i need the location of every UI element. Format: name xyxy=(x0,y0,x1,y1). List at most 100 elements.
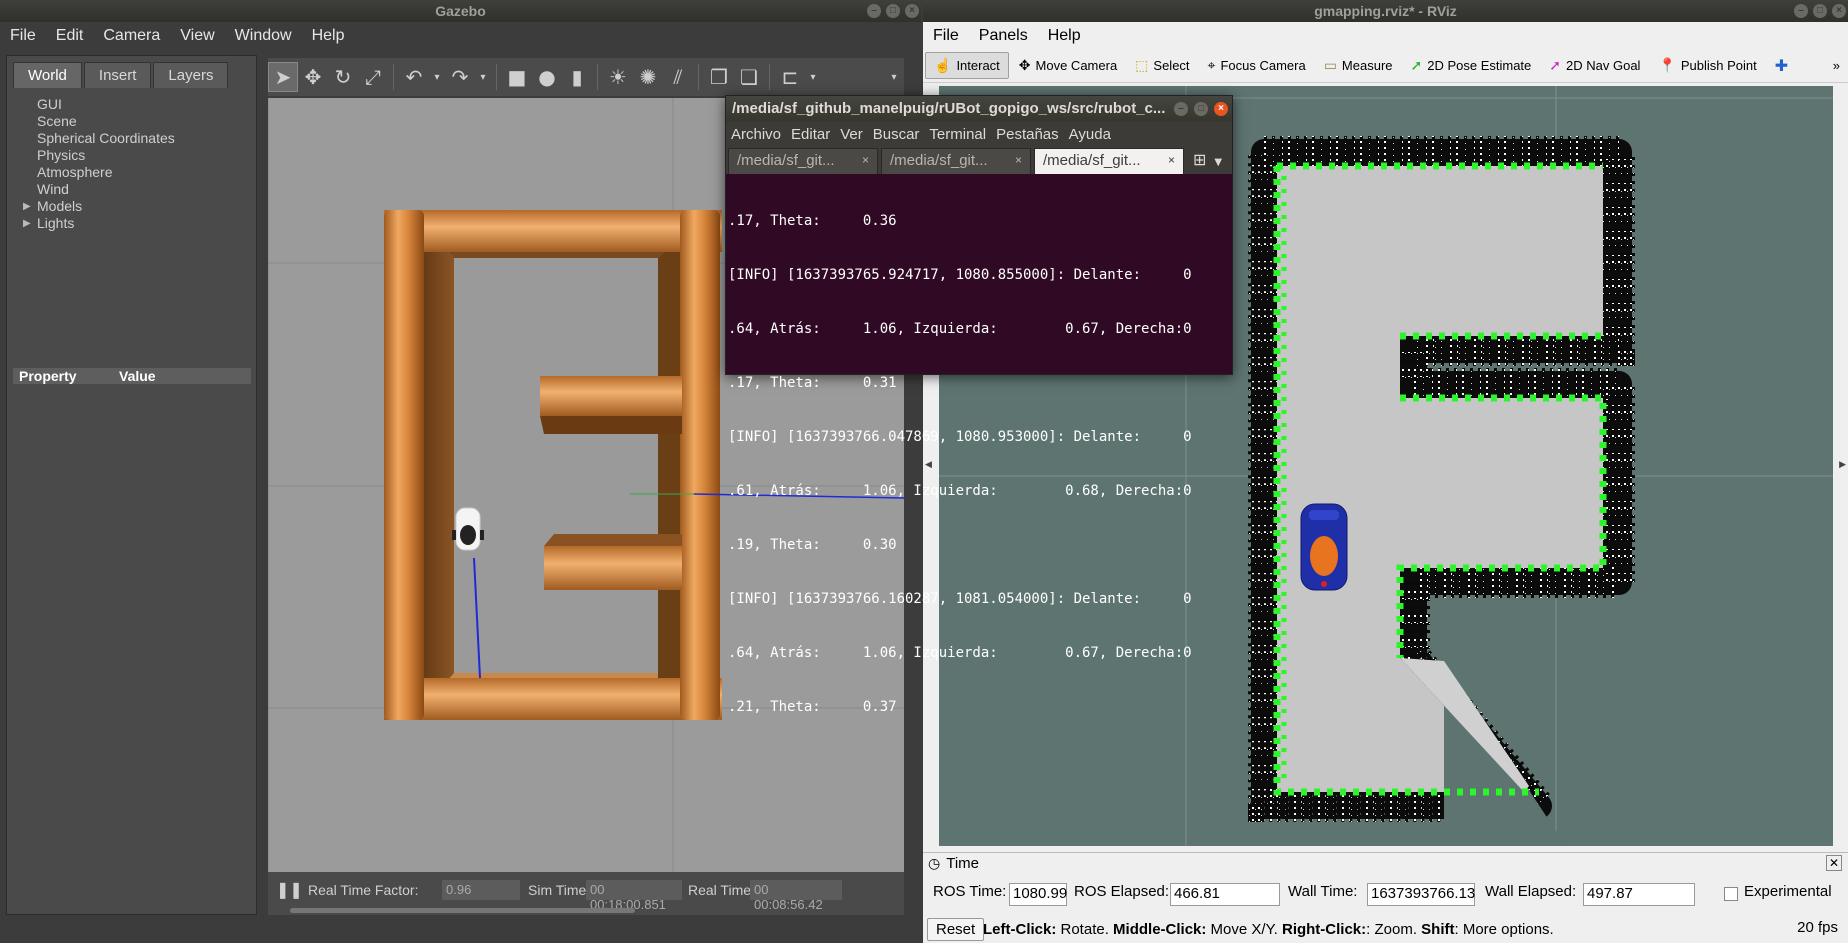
right-dock-arrow-icon[interactable]: ▶ xyxy=(1839,460,1846,470)
tool-measure[interactable]: ▭ Measure xyxy=(1316,53,1401,78)
align-icon[interactable]: ⊏ xyxy=(775,62,805,92)
close-tab-icon[interactable]: × xyxy=(862,153,869,167)
menu-window[interactable]: Window xyxy=(235,27,292,45)
undo-dropdown-icon[interactable]: ▾ xyxy=(429,62,445,92)
tree-item-wind[interactable]: Wind xyxy=(37,181,256,198)
tree-item-atmosphere[interactable]: Atmosphere xyxy=(37,164,256,181)
tool-2d-nav-goal[interactable]: ➚ 2D Nav Goal xyxy=(1541,53,1648,78)
wall-time-field[interactable]: 1637393766.13 xyxy=(1367,883,1475,906)
reset-button[interactable]: Reset xyxy=(927,918,985,941)
tree-item-spherical-coordinates[interactable]: Spherical Coordinates xyxy=(37,130,256,147)
tree-item-scene[interactable]: Scene xyxy=(37,113,256,130)
tab-menu-icon[interactable]: ▼ xyxy=(1214,157,1222,168)
rotate-icon[interactable]: ↻ xyxy=(328,62,358,92)
box-shape-icon[interactable]: ■ xyxy=(502,62,532,92)
toolbar-overflow-icon[interactable]: » xyxy=(1825,54,1848,77)
spot-light-icon[interactable]: ✺ xyxy=(633,62,663,92)
hint-key: Shift xyxy=(1421,921,1455,938)
tab-layers[interactable]: Layers xyxy=(153,62,229,88)
menu-buscar[interactable]: Buscar xyxy=(873,126,920,143)
tool-2d-pose-estimate[interactable]: ➚ 2D Pose Estimate xyxy=(1403,53,1540,78)
tree-item-models-label: Models xyxy=(37,198,83,214)
redo-dropdown-icon[interactable]: ▾ xyxy=(475,62,491,92)
menu-archivo[interactable]: Archivo xyxy=(731,126,781,143)
align-dropdown-icon[interactable]: ▾ xyxy=(805,62,821,92)
scale-icon[interactable]: ⤢ xyxy=(358,62,388,92)
maximize-icon[interactable]: □ xyxy=(1813,4,1827,18)
pause-icon[interactable]: ❚❚ xyxy=(276,880,303,900)
translate-icon[interactable]: ✥ xyxy=(298,62,328,92)
sim-time-field: 00 00:18:00.851 xyxy=(586,880,682,912)
expand-arrow-icon[interactable]: ▶ xyxy=(23,198,31,215)
terminal-output[interactable]: .17, Theta: 0.36 [INFO] [1637393765.9247… xyxy=(726,174,1232,754)
tool-2d-nav-goal-label: 2D Nav Goal xyxy=(1566,58,1641,73)
terminal-tab-active[interactable]: /media/sf_git... × xyxy=(1034,148,1184,174)
menu-file[interactable]: File xyxy=(10,27,36,45)
sphere-shape-icon[interactable]: ● xyxy=(532,62,562,92)
menu-editar[interactable]: Editar xyxy=(791,126,830,143)
menu-ver[interactable]: Ver xyxy=(840,126,863,143)
close-panel-icon[interactable]: ✕ xyxy=(1825,855,1842,871)
tool-move-camera[interactable]: ✥ Move Camera xyxy=(1011,53,1125,78)
mouse-hint: Left-Click: Rotate. Middle-Click: Move X… xyxy=(983,921,1554,938)
tree-item-physics[interactable]: Physics xyxy=(37,147,256,164)
directional-light-icon[interactable]: ⫽ xyxy=(663,62,693,92)
terminal-line: .17, Theta: 0.31 xyxy=(728,375,897,391)
menu-view[interactable]: View xyxy=(180,27,214,45)
paste-icon[interactable]: ❏ xyxy=(734,62,764,92)
tab-insert[interactable]: Insert xyxy=(83,62,152,88)
undo-icon[interactable]: ↶ xyxy=(399,62,429,92)
menu-pestanas[interactable]: Pestañas xyxy=(996,126,1059,143)
menu-terminal[interactable]: Terminal xyxy=(929,126,986,143)
cylinder-shape-icon[interactable]: ▮ xyxy=(562,62,592,92)
gazebo-titlebar[interactable]: Gazebo – □ × xyxy=(0,0,921,22)
minimize-icon[interactable]: – xyxy=(1174,102,1188,116)
close-icon[interactable]: × xyxy=(905,4,919,18)
tree-item-lights[interactable]: ▶ Lights xyxy=(23,215,256,232)
ros-elapsed-field[interactable]: 466.81 xyxy=(1170,883,1280,906)
wall-elapsed-field[interactable]: 497.87 xyxy=(1583,883,1695,906)
new-tab-icon[interactable]: ⊞ xyxy=(1193,150,1206,169)
maximize-icon[interactable]: □ xyxy=(886,4,900,18)
menu-ayuda[interactable]: Ayuda xyxy=(1069,126,1111,143)
expand-arrow-icon[interactable]: ▶ xyxy=(23,215,31,232)
terminal-tab[interactable]: /media/sf_git... × xyxy=(881,148,1031,174)
redo-icon[interactable]: ↷ xyxy=(445,62,475,92)
tab-world[interactable]: World xyxy=(13,62,82,88)
copy-icon[interactable]: ❐ xyxy=(704,62,734,92)
menu-camera[interactable]: Camera xyxy=(103,27,160,45)
menu-help[interactable]: Help xyxy=(312,27,345,45)
close-tab-icon[interactable]: × xyxy=(1168,153,1175,167)
maze-wall-right xyxy=(680,210,720,720)
toolbar-overflow-icon[interactable]: ▾ xyxy=(884,62,904,92)
ros-time-field[interactable]: 1080.99 xyxy=(1009,883,1067,906)
robot-top xyxy=(1310,536,1338,576)
tool-interact[interactable]: ☝ Interact xyxy=(925,52,1009,79)
menu-help[interactable]: Help xyxy=(1048,27,1081,45)
terminal-line: .64, Atrás: 1.06, Izquierda: 0.67, Derec… xyxy=(728,645,1192,661)
menu-file[interactable]: File xyxy=(933,27,959,45)
property-header: Property Value xyxy=(13,368,251,384)
rviz-titlebar[interactable]: gmapping.rviz* - RViz – □ × xyxy=(923,0,1848,22)
close-tab-icon[interactable]: × xyxy=(1015,153,1022,167)
minimize-icon[interactable]: – xyxy=(867,4,881,18)
tree-item-gui[interactable]: GUI xyxy=(37,96,256,113)
minimize-icon[interactable]: – xyxy=(1794,4,1808,18)
close-icon[interactable]: × xyxy=(1214,102,1228,116)
close-icon[interactable]: × xyxy=(1832,4,1846,18)
experimental-checkbox[interactable] xyxy=(1724,887,1738,901)
terminal-titlebar[interactable]: /media/sf_github_manelpuig/rUBot_gopigo_… xyxy=(726,96,1232,122)
tree-item-models[interactable]: ▶ Models xyxy=(23,198,256,215)
select-arrow-icon[interactable]: ➤ xyxy=(268,62,298,92)
tool-focus-camera[interactable]: ⌖ Focus Camera xyxy=(1200,53,1314,78)
menu-panels[interactable]: Panels xyxy=(979,27,1028,45)
terminal-tab[interactable]: /media/sf_git... × xyxy=(728,148,878,174)
tool-publish-point[interactable]: 📍 Publish Point xyxy=(1650,53,1764,78)
tool-select[interactable]: ⬚ Select xyxy=(1127,53,1197,78)
menu-edit[interactable]: Edit xyxy=(56,27,84,45)
maze-arm-lower-top xyxy=(544,534,682,546)
point-light-icon[interactable]: ☀ xyxy=(603,62,633,92)
maximize-icon[interactable]: □ xyxy=(1194,102,1208,116)
horizontal-scrollbar[interactable] xyxy=(290,908,635,913)
add-tool-icon[interactable]: ✚ xyxy=(1767,52,1796,80)
